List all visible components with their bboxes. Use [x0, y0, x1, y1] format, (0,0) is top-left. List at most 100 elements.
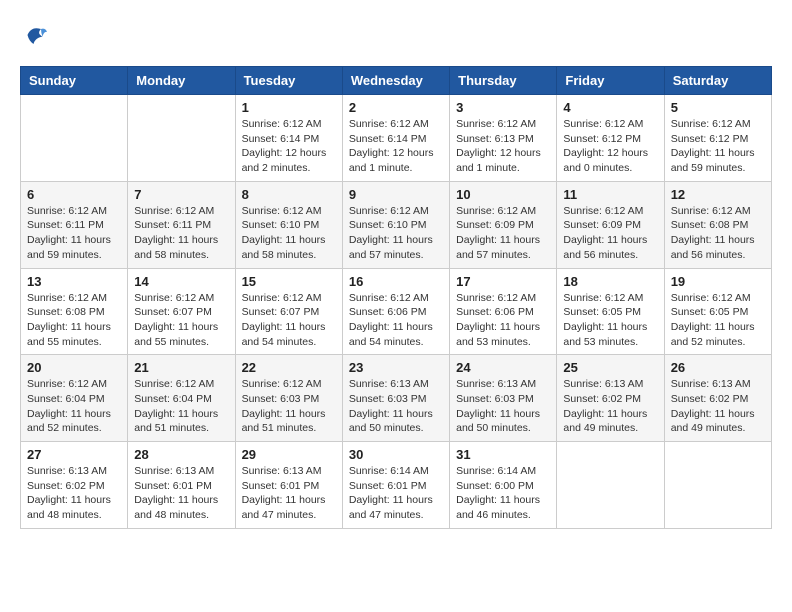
day-info: Sunrise: 6:12 AM Sunset: 6:10 PM Dayligh… — [349, 204, 443, 263]
calendar-cell — [664, 442, 771, 529]
calendar-week-row: 13 Sunrise: 6:12 AM Sunset: 6:08 PM Dayli… — [21, 268, 772, 355]
day-info: Sunrise: 6:13 AM Sunset: 6:02 PM Dayligh… — [671, 377, 765, 436]
calendar-week-row: 27 Sunrise: 6:13 AM Sunset: 6:02 PM Dayli… — [21, 442, 772, 529]
calendar-cell: 13 Sunrise: 6:12 AM Sunset: 6:08 PM Dayli… — [21, 268, 128, 355]
day-info: Sunrise: 6:12 AM Sunset: 6:14 PM Dayligh… — [242, 117, 336, 176]
day-number: 5 — [671, 100, 765, 115]
calendar-cell — [21, 95, 128, 182]
day-info: Sunrise: 6:13 AM Sunset: 6:03 PM Dayligh… — [349, 377, 443, 436]
calendar-cell: 9 Sunrise: 6:12 AM Sunset: 6:10 PM Daylig… — [342, 181, 449, 268]
day-info: Sunrise: 6:12 AM Sunset: 6:14 PM Dayligh… — [349, 117, 443, 176]
day-info: Sunrise: 6:12 AM Sunset: 6:11 PM Dayligh… — [27, 204, 121, 263]
day-number: 29 — [242, 447, 336, 462]
day-number: 19 — [671, 274, 765, 289]
day-info: Sunrise: 6:13 AM Sunset: 6:01 PM Dayligh… — [134, 464, 228, 523]
day-info: Sunrise: 6:14 AM Sunset: 6:01 PM Dayligh… — [349, 464, 443, 523]
day-info: Sunrise: 6:12 AM Sunset: 6:10 PM Dayligh… — [242, 204, 336, 263]
day-number: 11 — [563, 187, 657, 202]
day-number: 21 — [134, 360, 228, 375]
day-number: 2 — [349, 100, 443, 115]
calendar-cell: 26 Sunrise: 6:13 AM Sunset: 6:02 PM Dayli… — [664, 355, 771, 442]
day-info: Sunrise: 6:13 AM Sunset: 6:02 PM Dayligh… — [563, 377, 657, 436]
calendar-cell: 10 Sunrise: 6:12 AM Sunset: 6:09 PM Dayli… — [450, 181, 557, 268]
day-info: Sunrise: 6:12 AM Sunset: 6:04 PM Dayligh… — [134, 377, 228, 436]
day-info: Sunrise: 6:12 AM Sunset: 6:04 PM Dayligh… — [27, 377, 121, 436]
calendar-cell: 17 Sunrise: 6:12 AM Sunset: 6:06 PM Dayli… — [450, 268, 557, 355]
calendar-cell: 1Sunrise: 6:12 AM Sunset: 6:14 PM Daylig… — [235, 95, 342, 182]
calendar-cell: 30 Sunrise: 6:14 AM Sunset: 6:01 PM Dayli… — [342, 442, 449, 529]
weekday-header-tuesday: Tuesday — [235, 67, 342, 95]
day-info: Sunrise: 6:14 AM Sunset: 6:00 PM Dayligh… — [456, 464, 550, 523]
calendar-week-row: 1Sunrise: 6:12 AM Sunset: 6:14 PM Daylig… — [21, 95, 772, 182]
calendar-week-row: 6 Sunrise: 6:12 AM Sunset: 6:11 PM Daylig… — [21, 181, 772, 268]
day-info: Sunrise: 6:12 AM Sunset: 6:13 PM Dayligh… — [456, 117, 550, 176]
day-number: 27 — [27, 447, 121, 462]
day-info: Sunrise: 6:12 AM Sunset: 6:06 PM Dayligh… — [349, 291, 443, 350]
day-number: 12 — [671, 187, 765, 202]
day-number: 7 — [134, 187, 228, 202]
weekday-header-saturday: Saturday — [664, 67, 771, 95]
day-info: Sunrise: 6:12 AM Sunset: 6:12 PM Dayligh… — [563, 117, 657, 176]
logo-icon — [20, 20, 50, 50]
weekday-header-wednesday: Wednesday — [342, 67, 449, 95]
day-number: 13 — [27, 274, 121, 289]
calendar-week-row: 20 Sunrise: 6:12 AM Sunset: 6:04 PM Dayli… — [21, 355, 772, 442]
calendar-cell: 11 Sunrise: 6:12 AM Sunset: 6:09 PM Dayli… — [557, 181, 664, 268]
day-info: Sunrise: 6:12 AM Sunset: 6:09 PM Dayligh… — [563, 204, 657, 263]
calendar-cell: 2 Sunrise: 6:12 AM Sunset: 6:14 PM Daylig… — [342, 95, 449, 182]
day-number: 20 — [27, 360, 121, 375]
day-number: 16 — [349, 274, 443, 289]
day-info: Sunrise: 6:12 AM Sunset: 6:07 PM Dayligh… — [134, 291, 228, 350]
day-number: 28 — [134, 447, 228, 462]
day-number: 25 — [563, 360, 657, 375]
calendar-cell: 31 Sunrise: 6:14 AM Sunset: 6:00 PM Dayli… — [450, 442, 557, 529]
weekday-header-friday: Friday — [557, 67, 664, 95]
day-number: 22 — [242, 360, 336, 375]
day-info: Sunrise: 6:12 AM Sunset: 6:03 PM Dayligh… — [242, 377, 336, 436]
calendar-cell: 6 Sunrise: 6:12 AM Sunset: 6:11 PM Daylig… — [21, 181, 128, 268]
day-info: Sunrise: 6:12 AM Sunset: 6:08 PM Dayligh… — [27, 291, 121, 350]
calendar-cell — [557, 442, 664, 529]
calendar-cell: 16 Sunrise: 6:12 AM Sunset: 6:06 PM Dayli… — [342, 268, 449, 355]
day-info: Sunrise: 6:12 AM Sunset: 6:06 PM Dayligh… — [456, 291, 550, 350]
calendar-cell: 18Sunrise: 6:12 AM Sunset: 6:05 PM Dayli… — [557, 268, 664, 355]
weekday-header-monday: Monday — [128, 67, 235, 95]
day-number: 4 — [563, 100, 657, 115]
calendar-cell: 22 Sunrise: 6:12 AM Sunset: 6:03 PM Dayli… — [235, 355, 342, 442]
day-number: 15 — [242, 274, 336, 289]
calendar-cell: 20 Sunrise: 6:12 AM Sunset: 6:04 PM Dayli… — [21, 355, 128, 442]
calendar-cell: 3 Sunrise: 6:12 AM Sunset: 6:13 PM Daylig… — [450, 95, 557, 182]
day-number: 10 — [456, 187, 550, 202]
calendar-cell: 29Sunrise: 6:13 AM Sunset: 6:01 PM Dayli… — [235, 442, 342, 529]
day-info: Sunrise: 6:12 AM Sunset: 6:11 PM Dayligh… — [134, 204, 228, 263]
calendar-cell: 5 Sunrise: 6:12 AM Sunset: 6:12 PM Daylig… — [664, 95, 771, 182]
day-number: 3 — [456, 100, 550, 115]
day-number: 17 — [456, 274, 550, 289]
weekday-header-sunday: Sunday — [21, 67, 128, 95]
day-info: Sunrise: 6:12 AM Sunset: 6:07 PM Dayligh… — [242, 291, 336, 350]
calendar-cell: 19 Sunrise: 6:12 AM Sunset: 6:05 PM Dayli… — [664, 268, 771, 355]
day-info: Sunrise: 6:12 AM Sunset: 6:12 PM Dayligh… — [671, 117, 765, 176]
day-number: 24 — [456, 360, 550, 375]
day-number: 8 — [242, 187, 336, 202]
day-number: 18 — [563, 274, 657, 289]
weekday-header-thursday: Thursday — [450, 67, 557, 95]
day-info: Sunrise: 6:12 AM Sunset: 6:05 PM Dayligh… — [671, 291, 765, 350]
weekday-header-row: SundayMondayTuesdayWednesdayThursdayFrid… — [21, 67, 772, 95]
day-number: 23 — [349, 360, 443, 375]
logo — [20, 20, 54, 50]
day-info: Sunrise: 6:12 AM Sunset: 6:09 PM Dayligh… — [456, 204, 550, 263]
day-number: 30 — [349, 447, 443, 462]
calendar-cell: 14Sunrise: 6:12 AM Sunset: 6:07 PM Dayli… — [128, 268, 235, 355]
calendar-cell: 15 Sunrise: 6:12 AM Sunset: 6:07 PM Dayli… — [235, 268, 342, 355]
calendar-cell: 4 Sunrise: 6:12 AM Sunset: 6:12 PM Daylig… — [557, 95, 664, 182]
day-info: Sunrise: 6:13 AM Sunset: 6:02 PM Dayligh… — [27, 464, 121, 523]
day-number: 26 — [671, 360, 765, 375]
day-number: 6 — [27, 187, 121, 202]
day-number: 31 — [456, 447, 550, 462]
day-number: 9 — [349, 187, 443, 202]
calendar-cell: 7 Sunrise: 6:12 AM Sunset: 6:11 PM Daylig… — [128, 181, 235, 268]
calendar-cell — [128, 95, 235, 182]
page-header — [20, 20, 772, 50]
day-info: Sunrise: 6:12 AM Sunset: 6:08 PM Dayligh… — [671, 204, 765, 263]
